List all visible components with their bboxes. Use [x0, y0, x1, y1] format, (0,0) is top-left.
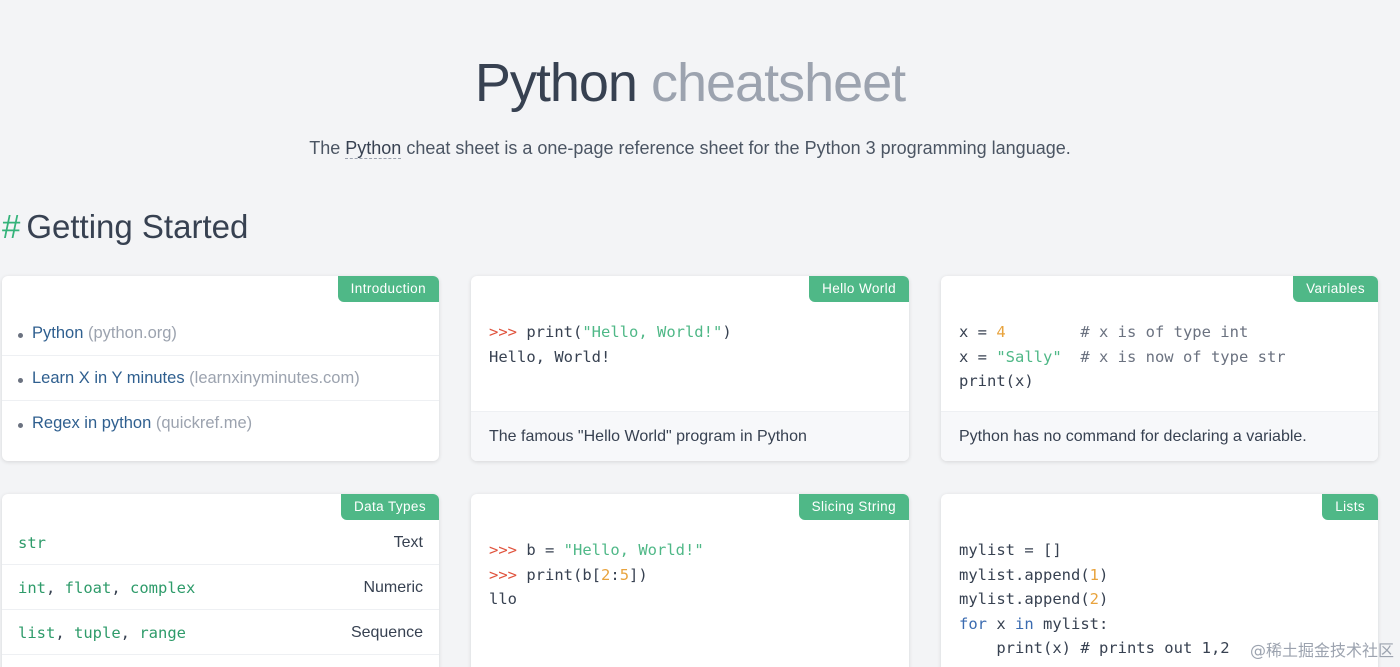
- code-token: x =: [959, 323, 997, 341]
- code-token: ): [1099, 590, 1109, 608]
- code-token: ): [1099, 565, 1109, 584]
- list-item: Python (python.org): [2, 311, 439, 356]
- link-learnx[interactable]: Learn X in Y minutes: [32, 369, 185, 387]
- table-row: str Text: [2, 520, 439, 565]
- code-string: "Sally": [996, 347, 1062, 366]
- intro-suffix: cheat sheet is a one-page reference shee…: [401, 138, 1071, 158]
- type-name: range: [139, 624, 187, 642]
- type-name: list: [18, 624, 56, 642]
- card-hello-world: Hello World >>> print("Hello, World!") H…: [471, 276, 909, 461]
- type-description: Numeric: [363, 579, 423, 596]
- code-block: mylist = [] mylist.append(1) mylist.appe…: [959, 538, 1230, 661]
- card-variables: Variables x = 4 # x is of type int x = "…: [941, 276, 1378, 461]
- intro-text: The Python cheat sheet is a one-page ref…: [0, 138, 1380, 159]
- bullet-icon: [18, 333, 23, 338]
- code-token: b =: [517, 541, 564, 559]
- code-output: llo: [489, 590, 517, 608]
- code-number: 2: [601, 565, 611, 584]
- code-number: 5: [619, 565, 630, 584]
- separator: ,: [46, 579, 65, 597]
- code-comment: # x is of type int: [1005, 323, 1249, 341]
- card-tag: Lists: [1322, 494, 1378, 520]
- code-token: x =: [959, 347, 997, 366]
- code-token: print(b[: [517, 565, 601, 584]
- code-token: print(x): [959, 372, 1034, 390]
- code-token: mylist:: [1033, 614, 1109, 633]
- bullet-icon: [18, 423, 23, 428]
- link-domain: (python.org): [87, 324, 177, 342]
- table-row: int, float, complex Numeric: [2, 565, 439, 610]
- section-heading: # Getting Started: [2, 208, 248, 246]
- title-main: Python: [474, 53, 638, 113]
- code-block: >>> b = "Hello, World!" >>> print(b[2:5]…: [489, 538, 704, 612]
- code-keyword: for: [959, 614, 987, 633]
- link-domain: (quickref.me): [155, 414, 253, 432]
- card-tag: Introduction: [337, 276, 439, 302]
- card-data-types: Data Types str Text int, float, complex …: [2, 494, 439, 667]
- list-item: Learn X in Y minutes (learnxinyminutes.c…: [2, 356, 439, 401]
- code-token: mylist.append(: [959, 590, 1090, 608]
- code-token: print(x) # prints out 1,2: [959, 639, 1230, 657]
- section-title: Getting Started: [26, 208, 249, 245]
- intro-prefix: The: [309, 138, 346, 158]
- page-title: Python cheatsheet: [0, 52, 1380, 114]
- type-description: Text: [393, 534, 423, 551]
- list-item: Regex in python (quickref.me): [2, 401, 439, 446]
- prompt: >>>: [489, 565, 517, 584]
- code-string: "Hello, World!": [582, 323, 723, 341]
- type-names: str: [18, 534, 46, 552]
- code-token: ): [722, 323, 732, 341]
- code-number: 1: [1089, 565, 1099, 584]
- card-introduction: Introduction Python (python.org) Learn X…: [2, 276, 439, 461]
- card-tag: Variables: [1293, 276, 1378, 302]
- card-footer: The famous "Hello World" program in Pyth…: [471, 411, 909, 461]
- code-token: mylist = []: [959, 541, 1062, 559]
- code-number: 4: [996, 323, 1006, 341]
- table-row: list, tuple, range Sequence: [2, 610, 439, 655]
- code-token: x: [987, 614, 1015, 633]
- link-domain: (learnxinyminutes.com): [189, 369, 360, 387]
- card-footer: Python has no command for declaring a va…: [941, 411, 1378, 461]
- type-name: float: [64, 579, 112, 597]
- link-regex[interactable]: Regex in python: [32, 414, 151, 432]
- section-anchor-link[interactable]: #: [2, 208, 20, 245]
- card-tag: Slicing String: [798, 494, 909, 520]
- card-tag: Data Types: [340, 494, 439, 520]
- type-description: Sequence: [350, 624, 423, 641]
- type-name: int: [18, 579, 46, 597]
- code-comment: # x is now of type str: [1061, 347, 1286, 366]
- prompt: >>>: [489, 323, 517, 341]
- code-string: "Hello, World!": [563, 541, 704, 559]
- bullet-icon: [18, 378, 23, 383]
- code-token: :: [610, 565, 620, 584]
- type-names: list, tuple, range: [18, 624, 186, 642]
- code-number: 2: [1089, 590, 1099, 608]
- intro-python-link[interactable]: Python: [345, 138, 402, 159]
- code-output: Hello, World!: [489, 347, 611, 366]
- prompt: >>>: [489, 541, 517, 559]
- type-name: str: [18, 534, 46, 552]
- code-block: x = 4 # x is of type int x = "Sally" # x…: [959, 320, 1286, 394]
- code-token: mylist.append(: [959, 565, 1090, 584]
- code-keyword: in: [1015, 614, 1034, 633]
- type-name: complex: [130, 579, 196, 597]
- code-token: print(: [517, 323, 583, 341]
- card-slicing-string: Slicing String >>> b = "Hello, World!" >…: [471, 494, 909, 667]
- separator: ,: [111, 579, 131, 597]
- separator: ,: [120, 624, 140, 642]
- code-block: >>> print("Hello, World!") Hello, World!: [489, 320, 732, 369]
- type-name: tuple: [74, 624, 121, 642]
- card-tag: Hello World: [809, 276, 909, 302]
- separator: ,: [55, 624, 74, 642]
- watermark: @稀土掘金技术社区: [1249, 641, 1394, 660]
- type-names: int, float, complex: [18, 579, 195, 597]
- code-token: ]): [629, 565, 648, 584]
- link-python[interactable]: Python: [32, 324, 83, 342]
- title-rest: cheatsheet: [650, 53, 906, 113]
- link-list: Python (python.org) Learn X in Y minutes…: [2, 311, 439, 446]
